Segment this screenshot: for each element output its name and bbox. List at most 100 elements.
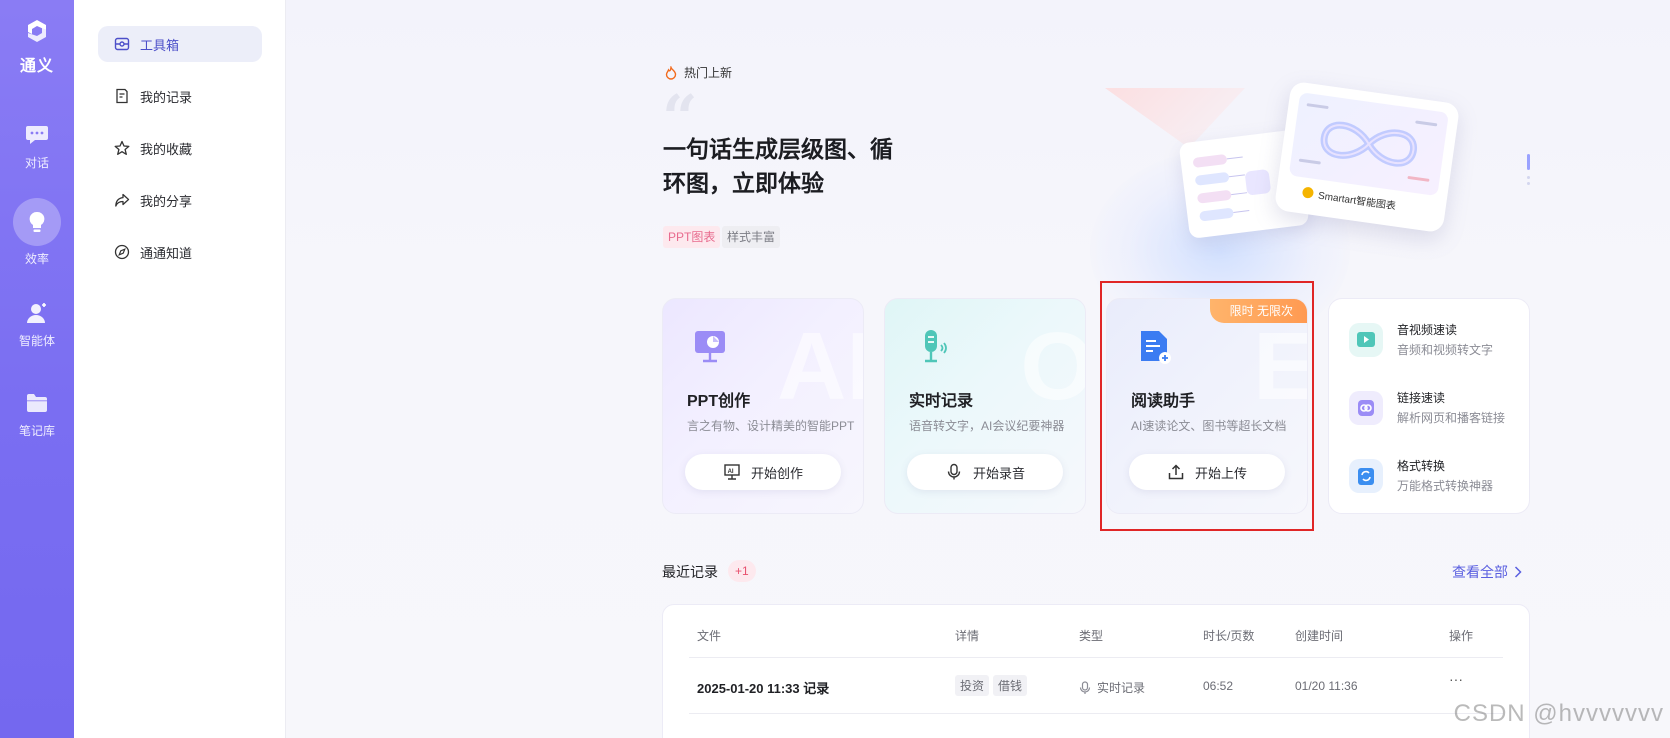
bulb-icon	[1301, 186, 1315, 199]
tool-link-speedread[interactable]: 链接速读 解析网页和播客链接	[1349, 387, 1519, 435]
svg-text:AI: AI	[728, 469, 734, 475]
carousel-indicator[interactable]	[1527, 176, 1530, 179]
hero-title-line: 一句话生成层级图、循	[663, 136, 893, 162]
see-all-link[interactable]: 查看全部	[1452, 562, 1522, 582]
rail-item-chat[interactable]: 对话	[0, 122, 74, 171]
csdn-watermark: CSDN @hvvvvvvv	[1453, 700, 1664, 727]
card-title: 实时记录	[909, 393, 974, 410]
tongyi-logo-icon	[0, 18, 74, 50]
recent-count-badge: +1	[728, 560, 756, 582]
column-header-details[interactable]: 详情	[955, 627, 979, 644]
link-icon	[1349, 391, 1383, 425]
row-tags: 投资 借钱	[955, 675, 1031, 696]
chat-icon	[24, 122, 50, 148]
recent-records-title: 最近记录	[662, 564, 718, 580]
lightbulb-icon	[13, 198, 61, 246]
tool-format-convert[interactable]: 格式转换 万能格式转换神器	[1349, 455, 1519, 503]
agent-icon	[24, 300, 50, 326]
start-recording-button[interactable]: 开始录音	[907, 454, 1063, 490]
carousel-indicator[interactable]	[1527, 182, 1530, 185]
rail-item-label: 对话	[24, 156, 49, 170]
mini-tools-panel: 音视频速读 音频和视频转文字 链接速读 解析网页和播客链接 格式转换 万能格式转…	[1328, 298, 1530, 514]
row-file-name[interactable]: 2025-01-20 11:33 记录	[697, 678, 829, 697]
hero-chip-style: 样式丰富	[722, 226, 781, 248]
smartart-diagram-preview	[1288, 92, 1449, 197]
row-tag: 借钱	[993, 675, 1028, 696]
tool-description: 音频和视频转文字	[1397, 343, 1494, 357]
video-icon	[1349, 323, 1383, 357]
app-logo-text: 通义	[19, 58, 54, 75]
card-title: PPT创作	[687, 393, 751, 410]
folder-icon	[24, 390, 50, 416]
card-description: 言之有物、设计精美的智能PPT	[687, 419, 855, 433]
rail-item-label: 笔记库	[18, 424, 55, 438]
table-divider	[689, 713, 1503, 714]
tool-title: 音视频速读	[1397, 323, 1458, 337]
microphone-icon	[947, 463, 961, 480]
card-description: 语音转文字，AI会议纪要神器	[909, 419, 1065, 433]
column-header-file[interactable]: 文件	[697, 627, 721, 644]
row-tag: 投资	[955, 675, 990, 696]
button-label: 开始创作	[750, 465, 803, 481]
flame-icon	[665, 65, 677, 80]
microphone-icon	[1079, 680, 1091, 694]
toolbox-icon	[114, 37, 130, 51]
record-icon	[116, 88, 128, 104]
app-rail: 通义 对话 效率 智能体 笔记库	[0, 0, 74, 738]
row-duration: 06:52	[1203, 679, 1234, 693]
tool-description: 解析网页和播客链接	[1397, 411, 1506, 425]
sidebar-item-label: 我的记录	[140, 89, 193, 105]
sidebar-item-toolbox[interactable]: 工具箱	[98, 26, 262, 62]
compass-icon	[114, 244, 130, 260]
presentation-icon	[695, 331, 725, 363]
tool-title: 链接速读	[1397, 391, 1446, 405]
column-header-actions: 操作	[1449, 629, 1474, 643]
rail-item-agent[interactable]: 智能体	[0, 300, 74, 349]
sidebar-item-shares[interactable]: 我的分享	[98, 182, 262, 218]
start-create-button[interactable]: AI 开始创作	[685, 454, 841, 490]
hot-new-tag: 热门上新	[664, 64, 732, 81]
row-type-label: 实时记录	[1097, 681, 1146, 695]
see-all-label: 查看全部	[1452, 564, 1508, 580]
column-header-created[interactable]: 创建时间	[1295, 627, 1343, 644]
tool-av-speedread[interactable]: 音视频速读 音频和视频转文字	[1349, 319, 1519, 367]
column-header-type[interactable]: 类型	[1079, 627, 1103, 644]
app-logo[interactable]: 通义	[0, 18, 74, 76]
carousel-indicator-active[interactable]	[1527, 154, 1530, 170]
sidebar-item-label: 工具箱	[140, 37, 180, 53]
highlight-box	[1100, 281, 1314, 531]
sidebar-item-label: 我的分享	[140, 193, 193, 209]
share-icon	[115, 193, 130, 207]
sidebar-item-favorites[interactable]: 我的收藏	[98, 130, 262, 166]
sidebar-item-label: 通通知道	[140, 245, 193, 261]
rail-item-label: 智能体	[18, 334, 55, 348]
convert-icon	[1349, 459, 1383, 493]
sidebar-item-records[interactable]: 我的记录	[98, 78, 262, 114]
row-created-time: 01/20 11:36	[1295, 679, 1358, 693]
card-ppt-creation[interactable]: AI PPT创作 言之有物、设计精美的智能PPT AI 开始创作	[662, 298, 864, 514]
row-more-actions-button[interactable]: ···	[1449, 671, 1463, 687]
hero-title-line: 环图，立即体验	[663, 170, 824, 196]
rail-item-label: 效率	[24, 252, 49, 266]
card-watermark: O	[1020, 319, 1085, 415]
smartart-preview-front[interactable]: Smartart智能图表	[1273, 80, 1461, 234]
ai-presentation-icon: AI	[724, 464, 740, 480]
button-label: 开始录音	[972, 465, 1025, 481]
rail-item-notes[interactable]: 笔记库	[0, 390, 74, 439]
hot-new-label: 热门上新	[684, 66, 733, 80]
recent-records-table: 文件 详情 类型 时长/页数 创建时间 操作 2025-01-20 11:33 …	[662, 604, 1530, 738]
chevron-right-icon	[1514, 566, 1522, 578]
toolbox-sidebar: 工具箱 我的记录 我的收藏 我的分享 通通知道	[74, 0, 286, 738]
column-header-duration[interactable]: 时长/页数	[1203, 627, 1254, 644]
sidebar-item-knowledge[interactable]: 通通知道	[98, 234, 262, 270]
sidebar-item-label: 我的收藏	[140, 141, 193, 157]
tool-description: 万能格式转换神器	[1397, 479, 1494, 493]
hero-title[interactable]: 一句话生成层级图、循 环图，立即体验	[663, 132, 923, 200]
rail-item-efficiency[interactable]: 效率	[0, 198, 74, 267]
hero-chip-ppt-chart: PPT图表	[663, 226, 721, 248]
tool-title: 格式转换	[1397, 459, 1446, 473]
smartart-label-text: Smartart智能图表	[1317, 190, 1397, 213]
row-type: 实时记录	[1079, 679, 1145, 696]
table-divider	[689, 657, 1503, 658]
card-live-record[interactable]: O 实时记录 语音转文字，AI会议纪要神器 开始录音	[884, 298, 1086, 514]
